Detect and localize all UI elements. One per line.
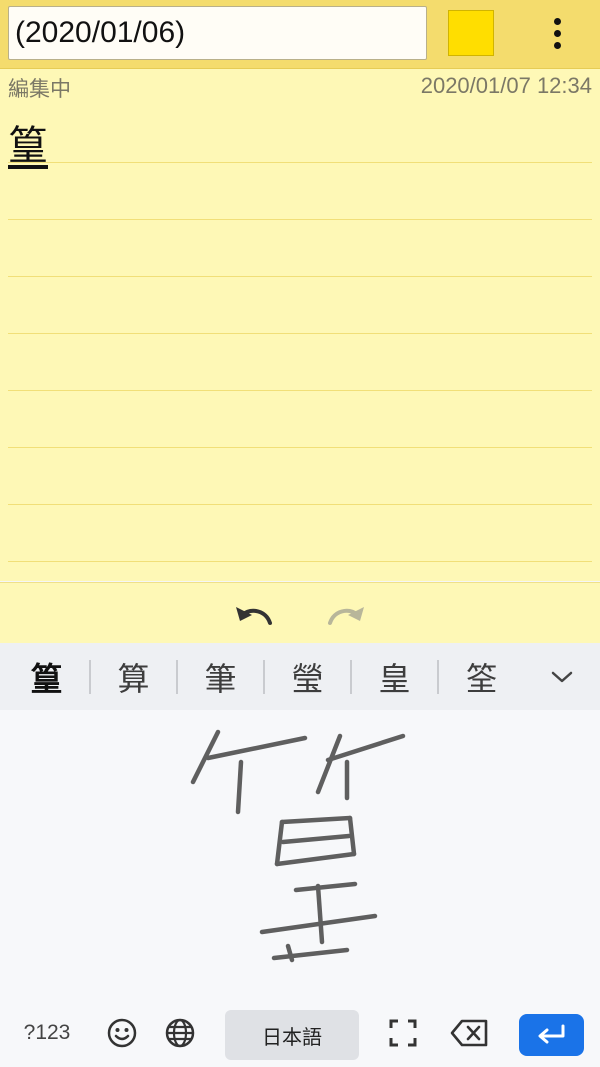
undo-icon[interactable]: [232, 597, 278, 631]
undo-redo-bar: [0, 582, 600, 644]
ruled-line: [8, 390, 592, 391]
note-editor[interactable]: 編集中 2020/01/07 12:34 篁: [0, 69, 600, 581]
candidate-1[interactable]: 篁: [3, 643, 90, 710]
ruled-line: [8, 447, 592, 448]
chevron-down-icon[interactable]: [540, 657, 584, 697]
top-bar: [0, 0, 600, 69]
symbols-key[interactable]: ?123: [14, 1010, 80, 1056]
ruled-line: [8, 276, 592, 277]
color-picker-button[interactable]: [448, 10, 494, 56]
edit-status-label: 編集中: [8, 77, 71, 101]
ruled-line: [8, 561, 592, 562]
title-input[interactable]: [8, 6, 427, 60]
more-options-icon[interactable]: [540, 10, 574, 56]
ruled-line: [8, 504, 592, 505]
candidate-6[interactable]: 筌: [438, 643, 525, 710]
handwriting-strokes: [190, 729, 406, 963]
ruled-line: [8, 333, 592, 334]
candidate-3[interactable]: 筆: [177, 643, 264, 710]
ruled-line: [8, 162, 592, 163]
note-timestamp: 2020/01/07 12:34: [420, 73, 592, 98]
handwriting-canvas[interactable]: [0, 710, 600, 1000]
fullscreen-icon[interactable]: [380, 1010, 426, 1056]
keyboard-bottom-row: ?123 日本語: [0, 1000, 600, 1067]
ruled-line: [8, 219, 592, 220]
candidate-bar: 篁 算 筆 瑩 皇 筌: [0, 643, 600, 710]
space-key[interactable]: 日本語: [225, 1010, 359, 1060]
candidate-5[interactable]: 皇: [351, 643, 438, 710]
candidate-4[interactable]: 瑩: [264, 643, 351, 710]
candidate-2[interactable]: 算: [90, 643, 177, 710]
emoji-icon[interactable]: [100, 1010, 144, 1056]
enter-key[interactable]: [519, 1014, 584, 1056]
redo-icon[interactable]: [322, 597, 368, 631]
globe-icon[interactable]: [158, 1010, 202, 1056]
backspace-icon[interactable]: [446, 1010, 494, 1056]
